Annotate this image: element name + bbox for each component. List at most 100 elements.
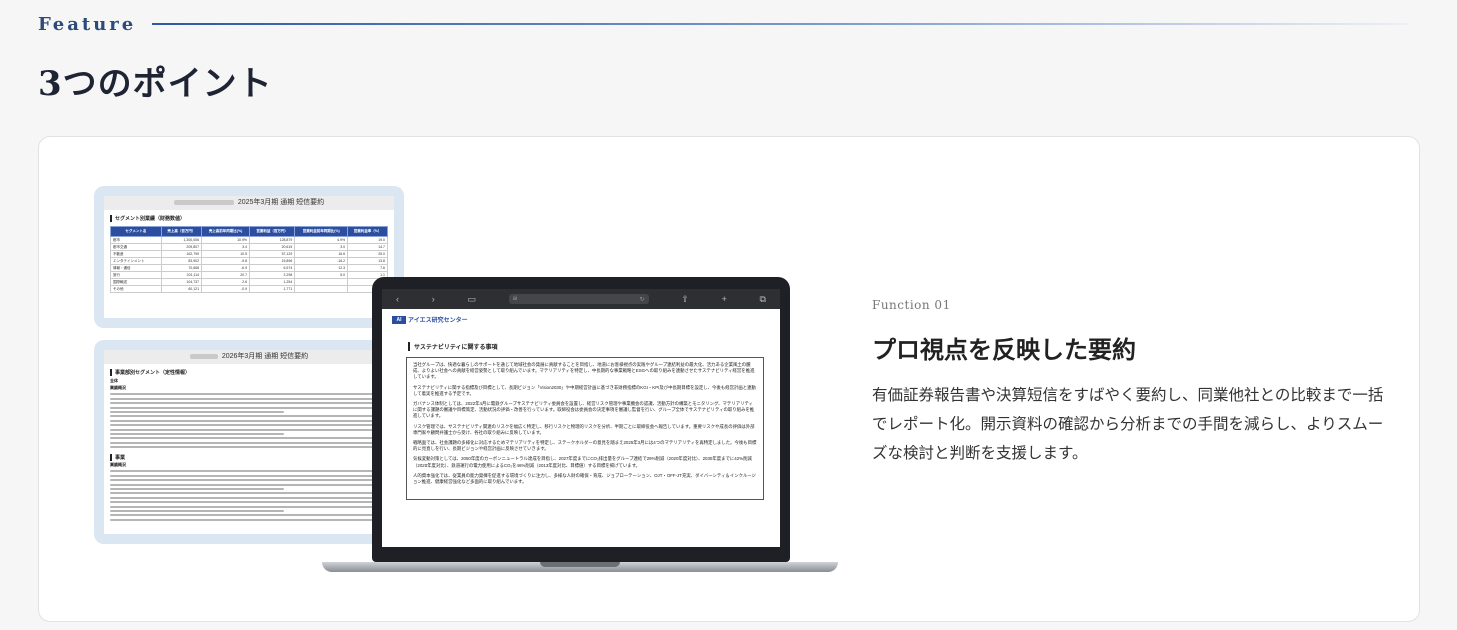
text-line [110, 501, 388, 504]
report-paragraph: リスク管理では、サステナビリティ関連のリスクを幅広く特定し、移行リスクと物理的リ… [413, 423, 755, 435]
table-cell: その他 [110, 285, 162, 293]
text-line [110, 406, 388, 409]
redacted-company-name [173, 199, 234, 205]
table-cell: 国際輸送 [110, 278, 162, 286]
document-heading: 2025年3月期 通期 短信要約 [104, 196, 394, 210]
text-line [110, 437, 388, 440]
eyebrow-label: Feature [38, 13, 137, 35]
table-cell: 3.4 [201, 243, 251, 251]
text-line [110, 488, 284, 491]
back-icon[interactable]: ‹ [396, 294, 399, 304]
laptop-screen: ‹ › ▭ ai ↻ ⇪ + ⧉ AI アイエス研究センター サステナビリティに… [372, 277, 790, 562]
table-row: 情報・通信 70,668 -6.9 6,974 12.3 7.6 [110, 264, 388, 272]
laptop-notch [540, 562, 620, 567]
feature-description: Function 01 プロ視点を反映した要約 有価証券報告書や決算短信をすばや… [872, 298, 1392, 468]
company-logo: AI アイエス研究センター [392, 315, 770, 324]
forward-icon[interactable]: › [432, 294, 435, 304]
function-label: Function 01 [872, 298, 951, 312]
table-cell: 15,896 [249, 257, 296, 265]
report-paragraph: 人的資本強化では、従業員の能力発揮を促進する環境づくりに注力し、多様な人財の確保… [413, 472, 756, 485]
table-row: 不動産 162,799 10.5 57,129 16.6 25.0 [110, 250, 388, 258]
report-paragraph: 当社グループは、快適な暮らしのサポートを通じて地域社会の発展に貢献することを目指… [413, 362, 755, 380]
document-body-text [104, 393, 394, 449]
table-cell: 104,737 [160, 278, 203, 286]
table-cell: 2.6 [201, 278, 251, 286]
page-title: 3つのポイント [38, 64, 273, 104]
document-page: 2026年3月期 通期 短信要約 事業部別セグメント（定性情報） 全体 業績概況… [104, 350, 394, 534]
table-cell: 128,879 [249, 236, 296, 244]
reload-icon[interactable]: ↻ [640, 296, 645, 303]
table-row: その他60,121-0.91,7712.9 [110, 285, 388, 293]
table-cell: 4.9% [294, 236, 349, 244]
table-cell: 1,300,006 [160, 236, 203, 244]
table-cell: 60,121 [160, 285, 203, 293]
share-icon[interactable]: ⇪ [681, 294, 689, 305]
document-subheading: 業績概況 [110, 385, 126, 390]
address-bar[interactable]: ai ↻ [508, 294, 649, 304]
url-text: ai [512, 296, 518, 302]
sustainability-summary-box: 当社グループは、快適な暮らしのサポートを通じて地域社会の発展に貢献することを目指… [406, 357, 764, 501]
text-line [110, 509, 284, 512]
report-page: AI アイエス研究センター サステナビリティに関する事項 当社グループは、快適な… [382, 309, 780, 547]
text-line [110, 514, 388, 517]
text-line [110, 428, 388, 431]
table-header-cell: 営業利益前年同期比(%) [294, 226, 349, 237]
table-cell: 20.7 [201, 271, 251, 279]
table-cell: 162,799 [160, 250, 203, 258]
table-cell [294, 285, 349, 293]
table-cell: -6.9 [201, 264, 251, 272]
table-row: 旅行 201,114 20.7 2,298 5.0 1.1 [110, 271, 388, 279]
text-line [110, 505, 388, 508]
function-title: プロ視点を反映した要約 [872, 335, 1136, 364]
document-heading: 2026年3月期 通期 短信要約 [104, 350, 394, 364]
table-header-cell: 売上高（百万円） [160, 226, 203, 237]
document-section-title: 事業 [110, 454, 394, 462]
text-line [110, 393, 388, 396]
function-description: 有価証券報告書や決算短信をすばやく要約し、同業他社との比較まで一括でレポート化。… [872, 387, 1384, 462]
report-section-title: サステナビリティに関する事項 [408, 342, 770, 351]
table-cell: 201,114 [160, 271, 203, 279]
table-row: 都市交通 209,807 3.4 20,615 3.0 14.7 [110, 243, 388, 251]
table-cell: 83,902 [160, 257, 203, 265]
table-cell: -0.9 [201, 285, 251, 293]
table-cell: -9.8 [201, 257, 251, 265]
book-icon[interactable]: ▭ [467, 294, 476, 305]
table-cell: 5.0 [294, 271, 349, 279]
table-header-cell: 営業利益（百万円） [249, 226, 296, 237]
table-cell: 2,298 [249, 271, 296, 279]
table-cell: 1,771 [249, 285, 296, 293]
table-cell [294, 278, 349, 286]
text-line [110, 496, 388, 499]
table-cell: 不動産 [110, 250, 162, 258]
report-paragraph: ガバナンス体制としては、2022年4月に電鉄グループサステナビリティ委員会を設置… [413, 401, 755, 419]
browser-toolbar: ‹ › ▭ ai ↻ ⇪ + ⧉ [382, 289, 780, 309]
tabs-icon[interactable]: ⧉ [760, 294, 766, 305]
table-cell: 旅行 [110, 271, 162, 279]
table-cell: 都市交通 [110, 243, 162, 251]
text-line [110, 402, 388, 405]
report-paragraph: 戦略面では、社会課題の多様化に対応するためマテリアリティを特定し、ステークホルダ… [413, 440, 757, 452]
document-section-title: 事業部別セグメント（定性情報） [110, 369, 394, 376]
table-header-cell: 営業利益率（%） [347, 226, 388, 237]
table-cell: 209,807 [160, 243, 203, 251]
report-paragraph: サステナビリティに関する指標及び目標として、長期ビジョン「Vision2030」… [413, 384, 756, 396]
table-header-cell: 売上高前年同期比(%) [201, 226, 251, 237]
text-line [110, 446, 388, 449]
text-line [110, 424, 388, 427]
table-cell: 12.3 [294, 264, 349, 272]
eyebrow-divider [152, 23, 1408, 25]
segment-table: セグメント名 売上高（百万円） 売上高前年同期比(%) 営業利益（百万円） 営業利益前年… [110, 226, 388, 293]
table-cell: 13.8 [347, 257, 388, 265]
text-line [110, 415, 388, 418]
text-line [110, 470, 388, 473]
text-line [110, 479, 388, 482]
redacted-company-name [189, 353, 218, 359]
text-line [110, 492, 388, 495]
new-tab-icon[interactable]: + [722, 294, 727, 304]
text-line [110, 410, 284, 413]
table-cell: 14.7 [347, 243, 388, 251]
section-header: Feature [38, 12, 1408, 36]
document-subheading: 全体 [110, 378, 118, 383]
table-cell: 7.6 [347, 264, 388, 272]
text-line [110, 432, 284, 435]
